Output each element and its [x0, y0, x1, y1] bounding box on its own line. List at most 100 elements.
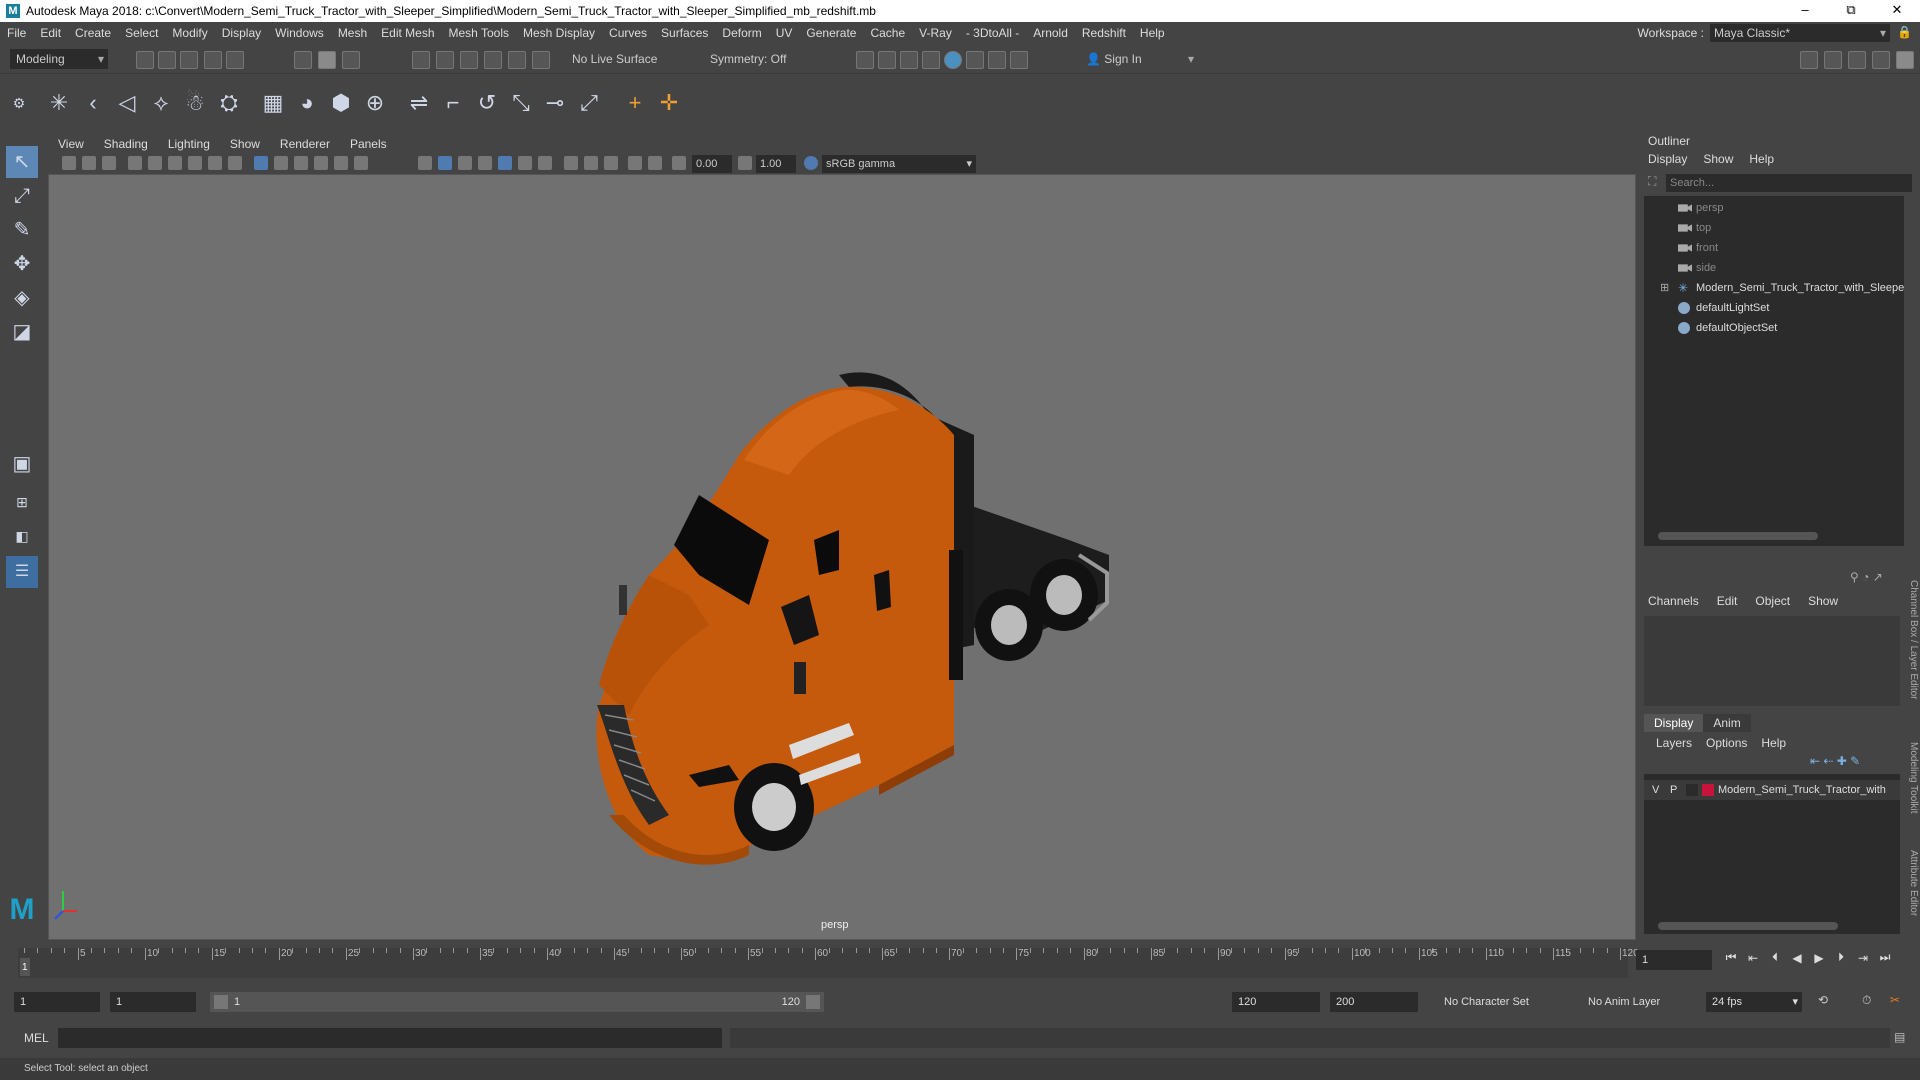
end-time-field[interactable]: 200 [1330, 992, 1418, 1012]
menu-deform[interactable]: Deform [715, 26, 768, 40]
viewport-menu-renderer[interactable]: Renderer [270, 137, 340, 151]
go-to-start-icon[interactable]: ⏮ [1720, 950, 1742, 965]
step-forward-key-icon[interactable]: ⇥ [1852, 951, 1874, 965]
render-settings-icon[interactable] [922, 51, 940, 69]
blend-shape-icon[interactable]: ◕ [294, 90, 320, 116]
list-item[interactable]: ⊞ ✳ Modern_Semi_Truck_Tractor_with_Sleep… [1644, 278, 1906, 298]
command-input[interactable] [58, 1028, 722, 1048]
truck-model[interactable] [596, 372, 1109, 865]
tool-settings-icon[interactable] [1848, 51, 1866, 69]
menu-create[interactable]: Create [68, 26, 118, 40]
viewport-menu-view[interactable]: View [48, 137, 94, 151]
layer-options-menu[interactable]: Options [1706, 736, 1761, 750]
range-start-handle[interactable] [214, 995, 228, 1009]
outliner-menu-show[interactable]: Show [1695, 152, 1741, 166]
select-hierarchy-icon[interactable] [294, 51, 312, 69]
locator-pin-icon[interactable]: ✛ [656, 90, 682, 116]
orient-constraint-icon[interactable]: ↺ [474, 90, 500, 116]
gamma-field[interactable]: 1.00 [756, 155, 796, 173]
select-object-icon[interactable] [318, 51, 336, 69]
playback-end-field[interactable]: 120 [1232, 992, 1320, 1012]
close-button[interactable]: ✕ [1874, 0, 1920, 22]
animation-prefs-icon[interactable]: ✂ [1890, 993, 1900, 1007]
character-set-dropdown[interactable]: No Character Set [1438, 992, 1572, 1012]
ik-handle-icon[interactable]: ‹ [80, 90, 106, 116]
locator-icon[interactable]: + [622, 90, 648, 116]
layer-help-menu[interactable]: Help [1761, 736, 1800, 750]
textured-icon[interactable] [478, 156, 492, 170]
wireframe-icon[interactable] [254, 156, 268, 170]
menu-file[interactable]: File [0, 26, 33, 40]
menu-3dtoall[interactable]: - 3DtoAll - [959, 26, 1026, 40]
channel-show-menu[interactable]: Show [1808, 594, 1856, 608]
outliner-layout-icon[interactable]: ☰ [6, 556, 38, 588]
go-to-end-icon[interactable]: ⏭ [1874, 950, 1896, 965]
film-gate-icon[interactable] [208, 156, 222, 170]
menu-edit[interactable]: Edit [33, 26, 68, 40]
color-space-dropdown[interactable]: sRGB gamma ▾ [822, 155, 976, 173]
snap-view-icon[interactable] [484, 51, 502, 69]
list-item[interactable]: persp [1644, 198, 1906, 218]
menu-edit-mesh[interactable]: Edit Mesh [374, 26, 441, 40]
maximize-button[interactable]: ⧉ [1828, 0, 1874, 22]
grease-pencil-icon[interactable] [168, 156, 182, 170]
outliner-h-scrollbar[interactable] [1658, 532, 1818, 540]
viewport-menu-lighting[interactable]: Lighting [158, 137, 220, 151]
loop-icon[interactable]: ⟲ [1818, 993, 1828, 1007]
snap-curve-icon[interactable] [436, 51, 454, 69]
list-item[interactable]: front [1644, 238, 1906, 258]
menu-generate[interactable]: Generate [799, 26, 863, 40]
menu-modify[interactable]: Modify [165, 26, 214, 40]
color-management-icon[interactable] [804, 156, 818, 170]
timeline-ticks[interactable]: 1 5 10 15 20 25 30 35 40 45 50 55 60 65 70 75 80 85 90 95 1… [18, 948, 1639, 978]
shadows-icon[interactable] [518, 156, 532, 170]
snap-grid-icon[interactable] [412, 51, 430, 69]
layers-menu[interactable]: Layers [1656, 736, 1706, 750]
mel-label[interactable]: MEL [24, 1031, 49, 1045]
menu-windows[interactable]: Windows [268, 26, 331, 40]
snap-surface-icon[interactable] [508, 51, 526, 69]
scene-canvas[interactable] [49, 175, 1636, 940]
ik-spline-icon[interactable]: ◁ [114, 90, 140, 116]
motion-blur-icon[interactable] [564, 156, 578, 170]
gamma-icon[interactable] [738, 156, 752, 170]
parent-constraint-icon[interactable]: ⇌ [406, 90, 432, 116]
tab-anim[interactable]: Anim [1703, 714, 1751, 732]
outliner-search-input[interactable]: Search... [1666, 174, 1912, 192]
menu-curves[interactable]: Curves [602, 26, 654, 40]
menu-arnold[interactable]: Arnold [1026, 26, 1075, 40]
render-view-icon[interactable] [856, 51, 874, 69]
redo-icon[interactable] [226, 51, 244, 69]
workspace-dropdown[interactable]: Maya Classic* [1710, 24, 1890, 42]
menu-vray[interactable]: V-Ray [912, 26, 959, 40]
channel-box-side-tab[interactable]: Channel Box / Layer Editor [1903, 580, 1919, 720]
select-component-icon[interactable] [342, 51, 360, 69]
isolate-select-icon[interactable] [628, 156, 642, 170]
channel-edit-menu[interactable]: Edit [1717, 594, 1756, 608]
ambient-occlusion-icon[interactable] [538, 156, 552, 170]
xray-icon[interactable] [498, 156, 512, 170]
fps-dropdown[interactable]: 24 fps ▾ [1706, 992, 1802, 1012]
layer-color-swatch[interactable] [1702, 784, 1714, 796]
select-tool-icon[interactable]: ↖ [6, 146, 38, 178]
outliner-menu-help[interactable]: Help [1741, 152, 1782, 166]
exposure-icon[interactable] [672, 156, 686, 170]
layer-visibility-toggle[interactable]: V [1652, 780, 1659, 800]
image-plane-icon[interactable] [128, 156, 142, 170]
3d-viewport[interactable]: persp [48, 174, 1636, 940]
time-slider[interactable]: 1 5 10 15 20 25 30 35 40 45 50 55 60 65 70 75 80 85 90 95 1… [0, 940, 1920, 980]
lattice-icon[interactable]: ▦ [260, 90, 286, 116]
current-frame-field[interactable]: 1 [1636, 950, 1712, 970]
paint-select-icon[interactable]: ✎ [6, 214, 38, 246]
play-backward-icon[interactable]: ◀ [1786, 951, 1808, 965]
ipr-render-icon[interactable] [900, 51, 918, 69]
step-back-frame-icon[interactable]: ⏴ [1764, 950, 1786, 965]
bookmark-icon[interactable] [102, 156, 116, 170]
grid-toggle-icon[interactable] [188, 156, 202, 170]
camera-lock-icon[interactable] [82, 156, 96, 170]
wrap-deformer-icon[interactable]: ⬢ [328, 90, 354, 116]
filter-icon[interactable]: ⛶ [1648, 174, 1656, 189]
layer-editor-toggle-icon[interactable] [1896, 51, 1914, 69]
2d-pan-zoom-icon[interactable] [148, 156, 162, 170]
viewport-menu-show[interactable]: Show [220, 137, 270, 151]
